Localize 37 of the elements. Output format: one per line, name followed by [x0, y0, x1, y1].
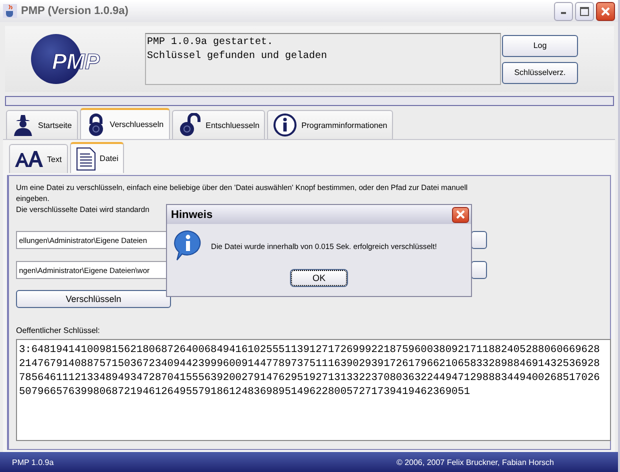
tab[interactable]: Text	[9, 144, 68, 173]
key-line: 2147679140887571503672340944239996009144778973751116390293917261796621065833289884691432536928	[19, 357, 601, 371]
window-title: PMP (Version 1.0.9a)	[21, 5, 128, 17]
encrypt-button[interactable]: Verschlüsseln	[16, 290, 171, 308]
copyright-text: © 2006, 2007 Felix Bruckner, Fabian Horsch	[396, 458, 554, 466]
dialog-title: Hinweis	[171, 208, 213, 220]
close-icon	[456, 210, 465, 219]
browse-button[interactable]	[471, 231, 487, 249]
font-icon	[15, 150, 43, 168]
key-line: 3:64819414100981562180687264006849416102555113912717269992218759600380921711882405288060669628	[19, 343, 601, 357]
public-key-label: Oeffentlicher Schlüssel:	[16, 326, 101, 335]
close-icon	[601, 6, 610, 16]
info-icon	[273, 113, 298, 137]
open-padlock-icon	[178, 113, 202, 137]
maximize-button[interactable]	[575, 2, 594, 20]
header-button[interactable]: Log	[502, 34, 578, 56]
tab[interactable]: Datei	[70, 142, 124, 173]
maximize-icon	[580, 6, 589, 16]
tab[interactable]: Programminformationen	[267, 110, 394, 139]
tab[interactable]: Verschluesseln	[80, 108, 170, 139]
header-button[interactable]: Schlüsselverz.	[502, 62, 578, 84]
coffee-cup-icon	[3, 4, 17, 18]
figure-icon	[12, 114, 34, 136]
close-button[interactable]	[596, 2, 615, 20]
tab[interactable]: Entschluesseln	[172, 110, 266, 139]
browse-button[interactable]	[471, 261, 487, 279]
key-line: 7856461112133489493472870415556392002791476295192713133223708036322449471298883449400268517026	[19, 371, 601, 385]
log-line: Schlüssel gefunden und geladen	[147, 50, 328, 64]
ok-button[interactable]: OK	[291, 270, 347, 286]
info-icon	[173, 230, 203, 262]
close-button[interactable]	[452, 206, 469, 222]
minimize-button[interactable]	[554, 2, 573, 20]
document-icon	[76, 146, 96, 170]
log-line: PMP 1.0.9a gestartet.	[147, 36, 274, 50]
tab[interactable]: Startseite	[6, 110, 78, 139]
version-text: PMP 1.0.9a	[12, 458, 54, 466]
key-line: 5079665763998068721946126495579186124836989514962280057271739419462369051	[19, 385, 472, 399]
